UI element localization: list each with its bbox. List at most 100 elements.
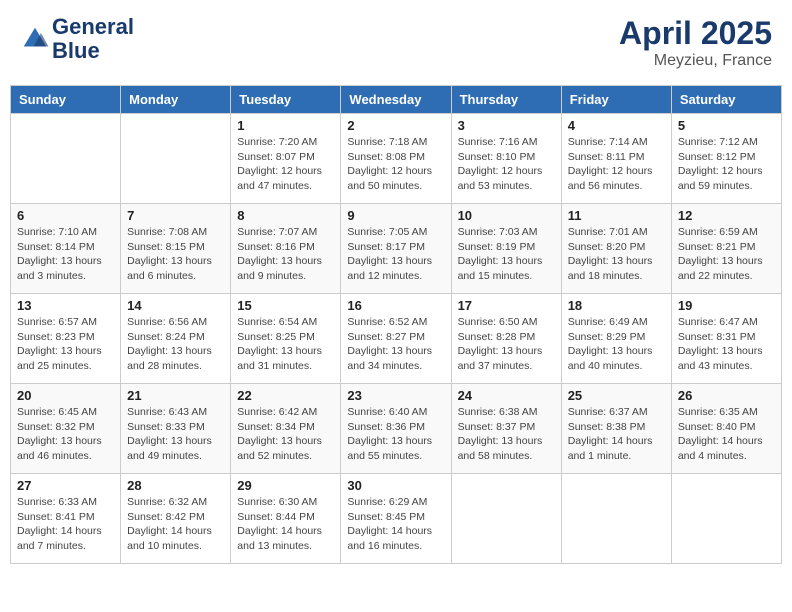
weekday-header-saturday: Saturday bbox=[671, 86, 781, 114]
day-number: 16 bbox=[347, 298, 444, 313]
calendar-cell: 10 Sunrise: 7:03 AM Sunset: 8:19 PM Dayli… bbox=[451, 204, 561, 294]
day-number: 29 bbox=[237, 478, 334, 493]
weekday-header-thursday: Thursday bbox=[451, 86, 561, 114]
calendar-cell: 28 Sunrise: 6:32 AM Sunset: 8:42 PM Dayli… bbox=[121, 474, 231, 564]
day-number: 19 bbox=[678, 298, 775, 313]
day-info: Sunrise: 7:18 AM Sunset: 8:08 PM Dayligh… bbox=[347, 135, 444, 194]
day-number: 23 bbox=[347, 388, 444, 403]
calendar-table: SundayMondayTuesdayWednesdayThursdayFrid… bbox=[10, 85, 782, 564]
title-block: April 2025 Meyzieu, France bbox=[619, 15, 772, 70]
calendar-cell: 29 Sunrise: 6:30 AM Sunset: 8:44 PM Dayli… bbox=[231, 474, 341, 564]
day-number: 15 bbox=[237, 298, 334, 313]
day-info: Sunrise: 7:14 AM Sunset: 8:11 PM Dayligh… bbox=[568, 135, 665, 194]
day-info: Sunrise: 6:54 AM Sunset: 8:25 PM Dayligh… bbox=[237, 315, 334, 374]
day-number: 10 bbox=[458, 208, 555, 223]
day-number: 3 bbox=[458, 118, 555, 133]
weekday-header-wednesday: Wednesday bbox=[341, 86, 451, 114]
day-info: Sunrise: 6:42 AM Sunset: 8:34 PM Dayligh… bbox=[237, 405, 334, 464]
calendar-cell bbox=[11, 114, 121, 204]
day-number: 2 bbox=[347, 118, 444, 133]
logo-text: General Blue bbox=[52, 15, 134, 63]
day-number: 24 bbox=[458, 388, 555, 403]
day-info: Sunrise: 6:56 AM Sunset: 8:24 PM Dayligh… bbox=[127, 315, 224, 374]
day-number: 21 bbox=[127, 388, 224, 403]
calendar-cell: 15 Sunrise: 6:54 AM Sunset: 8:25 PM Dayli… bbox=[231, 294, 341, 384]
calendar-cell: 23 Sunrise: 6:40 AM Sunset: 8:36 PM Dayli… bbox=[341, 384, 451, 474]
logo: General Blue bbox=[20, 15, 134, 63]
day-info: Sunrise: 6:40 AM Sunset: 8:36 PM Dayligh… bbox=[347, 405, 444, 464]
calendar-row-1: 6Sunrise: 7:10 AM Sunset: 8:14 PM Daylig… bbox=[11, 204, 782, 294]
day-info: Sunrise: 6:38 AM Sunset: 8:37 PM Dayligh… bbox=[458, 405, 555, 464]
day-info: Sunrise: 6:32 AM Sunset: 8:42 PM Dayligh… bbox=[127, 495, 224, 554]
calendar-cell: 22 Sunrise: 6:42 AM Sunset: 8:34 PM Dayli… bbox=[231, 384, 341, 474]
day-number: 9 bbox=[347, 208, 444, 223]
day-info: Sunrise: 7:07 AM Sunset: 8:16 PM Dayligh… bbox=[237, 225, 334, 284]
calendar-cell: 7 Sunrise: 7:08 AM Sunset: 8:15 PM Daylig… bbox=[121, 204, 231, 294]
calendar-cell: 25 Sunrise: 6:37 AM Sunset: 8:38 PM Dayli… bbox=[561, 384, 671, 474]
weekday-header-sunday: Sunday bbox=[11, 86, 121, 114]
day-number: 8 bbox=[237, 208, 334, 223]
weekday-header-tuesday: Tuesday bbox=[231, 86, 341, 114]
day-info: Sunrise: 7:10 AM Sunset: 8:14 PM Dayligh… bbox=[17, 225, 114, 284]
calendar-cell: 27Sunrise: 6:33 AM Sunset: 8:41 PM Dayli… bbox=[11, 474, 121, 564]
day-number: 30 bbox=[347, 478, 444, 493]
location-subtitle: Meyzieu, France bbox=[619, 52, 772, 70]
calendar-cell: 3Sunrise: 7:16 AM Sunset: 8:10 PM Daylig… bbox=[451, 114, 561, 204]
day-number: 25 bbox=[568, 388, 665, 403]
calendar-cell bbox=[121, 114, 231, 204]
day-number: 12 bbox=[678, 208, 775, 223]
day-number: 17 bbox=[458, 298, 555, 313]
day-number: 4 bbox=[568, 118, 665, 133]
day-number: 14 bbox=[127, 298, 224, 313]
day-number: 13 bbox=[17, 298, 114, 313]
calendar-cell: 5Sunrise: 7:12 AM Sunset: 8:12 PM Daylig… bbox=[671, 114, 781, 204]
calendar-cell: 6Sunrise: 7:10 AM Sunset: 8:14 PM Daylig… bbox=[11, 204, 121, 294]
day-info: Sunrise: 6:33 AM Sunset: 8:41 PM Dayligh… bbox=[17, 495, 114, 554]
day-info: Sunrise: 6:59 AM Sunset: 8:21 PM Dayligh… bbox=[678, 225, 775, 284]
day-info: Sunrise: 6:29 AM Sunset: 8:45 PM Dayligh… bbox=[347, 495, 444, 554]
month-year-title: April 2025 bbox=[619, 15, 772, 52]
day-info: Sunrise: 6:30 AM Sunset: 8:44 PM Dayligh… bbox=[237, 495, 334, 554]
calendar-cell: 24 Sunrise: 6:38 AM Sunset: 8:37 PM Dayli… bbox=[451, 384, 561, 474]
day-info: Sunrise: 6:37 AM Sunset: 8:38 PM Dayligh… bbox=[568, 405, 665, 464]
calendar-cell bbox=[671, 474, 781, 564]
day-info: Sunrise: 6:43 AM Sunset: 8:33 PM Dayligh… bbox=[127, 405, 224, 464]
day-info: Sunrise: 7:01 AM Sunset: 8:20 PM Dayligh… bbox=[568, 225, 665, 284]
calendar-cell: 4 Sunrise: 7:14 AM Sunset: 8:11 PM Daylig… bbox=[561, 114, 671, 204]
calendar-cell: 21 Sunrise: 6:43 AM Sunset: 8:33 PM Dayli… bbox=[121, 384, 231, 474]
day-info: Sunrise: 6:45 AM Sunset: 8:32 PM Dayligh… bbox=[17, 405, 114, 464]
day-info: Sunrise: 6:47 AM Sunset: 8:31 PM Dayligh… bbox=[678, 315, 775, 374]
calendar-cell: 26Sunrise: 6:35 AM Sunset: 8:40 PM Dayli… bbox=[671, 384, 781, 474]
calendar-cell: 13Sunrise: 6:57 AM Sunset: 8:23 PM Dayli… bbox=[11, 294, 121, 384]
day-number: 20 bbox=[17, 388, 114, 403]
weekday-header-friday: Friday bbox=[561, 86, 671, 114]
calendar-cell: 12 Sunrise: 6:59 AM Sunset: 8:21 PM Dayli… bbox=[671, 204, 781, 294]
calendar-cell: 30 Sunrise: 6:29 AM Sunset: 8:45 PM Dayli… bbox=[341, 474, 451, 564]
calendar-row-3: 20 Sunrise: 6:45 AM Sunset: 8:32 PM Dayli… bbox=[11, 384, 782, 474]
day-number: 28 bbox=[127, 478, 224, 493]
calendar-cell: 8 Sunrise: 7:07 AM Sunset: 8:16 PM Daylig… bbox=[231, 204, 341, 294]
day-number: 1 bbox=[237, 118, 334, 133]
calendar-header-row: SundayMondayTuesdayWednesdayThursdayFrid… bbox=[11, 86, 782, 114]
day-info: Sunrise: 6:50 AM Sunset: 8:28 PM Dayligh… bbox=[458, 315, 555, 374]
calendar-row-4: 27Sunrise: 6:33 AM Sunset: 8:41 PM Dayli… bbox=[11, 474, 782, 564]
day-number: 11 bbox=[568, 208, 665, 223]
calendar-row-0: 1 Sunrise: 7:20 AM Sunset: 8:07 PM Daylig… bbox=[11, 114, 782, 204]
calendar-cell: 16 Sunrise: 6:52 AM Sunset: 8:27 PM Dayli… bbox=[341, 294, 451, 384]
logo-line2: Blue bbox=[52, 39, 134, 63]
calendar-cell: 1 Sunrise: 7:20 AM Sunset: 8:07 PM Daylig… bbox=[231, 114, 341, 204]
day-info: Sunrise: 7:03 AM Sunset: 8:19 PM Dayligh… bbox=[458, 225, 555, 284]
day-number: 26 bbox=[678, 388, 775, 403]
page-header: General Blue April 2025 Meyzieu, France bbox=[10, 10, 782, 75]
day-number: 5 bbox=[678, 118, 775, 133]
day-info: Sunrise: 7:08 AM Sunset: 8:15 PM Dayligh… bbox=[127, 225, 224, 284]
calendar-cell: 2 Sunrise: 7:18 AM Sunset: 8:08 PM Daylig… bbox=[341, 114, 451, 204]
day-number: 18 bbox=[568, 298, 665, 313]
calendar-cell: 18Sunrise: 6:49 AM Sunset: 8:29 PM Dayli… bbox=[561, 294, 671, 384]
day-info: Sunrise: 7:20 AM Sunset: 8:07 PM Dayligh… bbox=[237, 135, 334, 194]
day-number: 7 bbox=[127, 208, 224, 223]
day-number: 22 bbox=[237, 388, 334, 403]
calendar-cell bbox=[561, 474, 671, 564]
day-info: Sunrise: 7:05 AM Sunset: 8:17 PM Dayligh… bbox=[347, 225, 444, 284]
day-info: Sunrise: 6:52 AM Sunset: 8:27 PM Dayligh… bbox=[347, 315, 444, 374]
